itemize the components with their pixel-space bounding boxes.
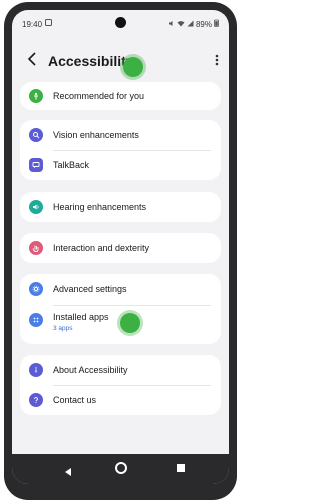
item-hearing[interactable]: Hearing enhancements bbox=[20, 192, 221, 222]
nav-home-icon[interactable] bbox=[115, 462, 127, 474]
back-arrow-icon[interactable] bbox=[26, 51, 40, 67]
info-icon bbox=[29, 363, 43, 377]
page-title: Accessibility bbox=[48, 53, 134, 69]
notification-icon bbox=[45, 19, 52, 28]
item-label: About Accessibility bbox=[53, 365, 128, 375]
signal-icon bbox=[187, 20, 194, 29]
highlight-marker-header bbox=[123, 57, 143, 77]
item-advanced[interactable]: Advanced settings bbox=[20, 274, 221, 304]
card-vision: Vision enhancements TalkBack bbox=[20, 120, 221, 180]
item-label: Vision enhancements bbox=[53, 130, 139, 140]
person-icon bbox=[29, 89, 43, 103]
speaker-icon bbox=[29, 200, 43, 214]
card-interaction: Interaction and dexterity bbox=[20, 233, 221, 263]
item-label: Advanced settings bbox=[53, 284, 127, 294]
battery-icon bbox=[214, 19, 219, 29]
status-right: 89% bbox=[168, 19, 219, 29]
status-bar: 19:40 89% bbox=[12, 10, 229, 34]
screen: 19:40 89% Accessibility Recommended for … bbox=[12, 10, 229, 484]
item-contact[interactable]: Contact us bbox=[20, 385, 221, 415]
phone-frame: 19:40 89% Accessibility Recommended for … bbox=[4, 2, 237, 500]
item-vision[interactable]: Vision enhancements bbox=[20, 120, 221, 150]
magnifier-icon bbox=[29, 128, 43, 142]
dots-icon bbox=[29, 313, 43, 327]
status-time: 19:40 bbox=[22, 20, 43, 29]
card-about: About Accessibility Contact us bbox=[20, 355, 221, 415]
card-hearing: Hearing enhancements bbox=[20, 192, 221, 222]
nav-back-icon[interactable] bbox=[63, 464, 73, 476]
item-about[interactable]: About Accessibility bbox=[20, 355, 221, 385]
more-options-icon[interactable] bbox=[211, 52, 223, 68]
card-advanced: Advanced settings Installed apps 3 apps bbox=[20, 274, 221, 344]
item-label: TalkBack bbox=[53, 160, 90, 170]
battery-text: 89% bbox=[195, 19, 212, 29]
gear-icon bbox=[29, 282, 43, 296]
hand-icon bbox=[29, 241, 43, 255]
item-interaction[interactable]: Interaction and dexterity bbox=[20, 233, 221, 263]
speech-icon bbox=[29, 158, 43, 172]
item-subtitle: 3 apps bbox=[53, 325, 73, 332]
card-recommended: Recommended for you bbox=[20, 82, 221, 110]
item-talkback[interactable]: TalkBack bbox=[20, 150, 221, 180]
highlight-marker-installed bbox=[120, 313, 140, 333]
question-icon bbox=[29, 393, 43, 407]
item-label: Interaction and dexterity bbox=[53, 243, 150, 253]
item-label: Recommended for you bbox=[53, 91, 145, 101]
nav-recent-apps-icon[interactable] bbox=[177, 464, 185, 472]
app-header: Accessibility bbox=[12, 40, 229, 80]
item-label: Hearing enhancements bbox=[53, 202, 147, 212]
item-label: Contact us bbox=[53, 395, 97, 405]
mute-icon bbox=[168, 20, 175, 29]
item-label: Installed apps bbox=[53, 312, 109, 322]
navigation-bar bbox=[12, 454, 229, 484]
item-recommended[interactable]: Recommended for you bbox=[20, 82, 221, 110]
front-camera bbox=[115, 17, 126, 28]
wifi-icon bbox=[177, 20, 185, 29]
